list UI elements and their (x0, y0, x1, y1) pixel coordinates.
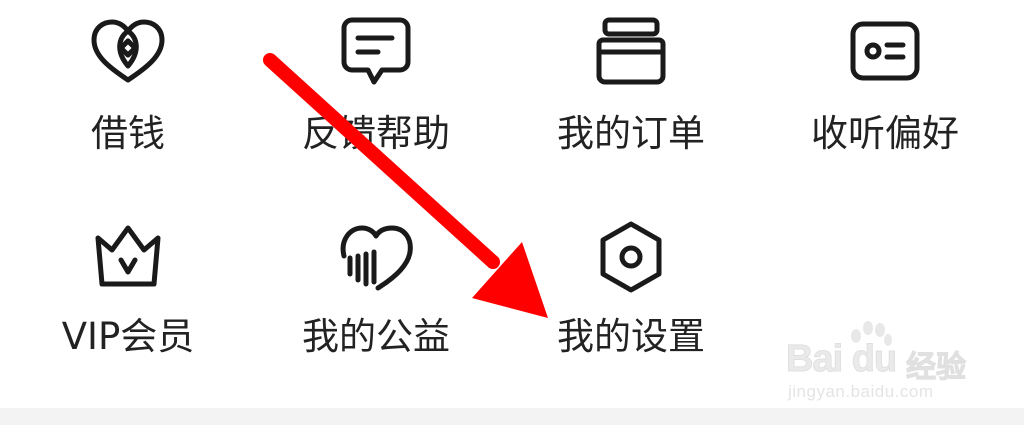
coin-hearts-icon (88, 12, 168, 92)
menu-item-feedback-help[interactable]: 反馈帮助 (248, 0, 504, 170)
paw-icon (851, 321, 892, 346)
menu-item-label: 我的设置 (557, 315, 705, 358)
menu-item-label: 借钱 (91, 112, 165, 155)
menu-item-my-orders[interactable]: 我的订单 (503, 0, 759, 170)
baidu-watermark: Bai du 经验 jingyan.baidu.com (785, 318, 996, 406)
order-box-icon (591, 12, 671, 92)
settings-hexagon-icon (591, 218, 671, 298)
watermark-brand: 经验 (906, 350, 967, 386)
menu-item-label: 我的订单 (557, 112, 705, 155)
menu-item-label: VIP会员 (61, 315, 195, 358)
menu-item-label: 反馈帮助 (302, 112, 450, 155)
menu-item-borrow-money[interactable]: 借钱 (0, 0, 256, 170)
watermark-url: jingyan.baidu.com (788, 382, 934, 401)
menu-item-label: 我的公益 (302, 315, 450, 358)
chat-bubble-icon (336, 12, 416, 92)
menu-item-label: 收听偏好 (811, 112, 959, 155)
menu-item-my-settings[interactable]: 我的设置 (503, 195, 759, 365)
crown-icon (88, 218, 168, 298)
id-card-icon (845, 12, 925, 92)
menu-item-vip-member[interactable]: VIP会员 (0, 195, 256, 365)
menu-item-listening-preferences[interactable]: 收听偏好 (757, 0, 1013, 170)
bottom-divider (0, 408, 1024, 425)
menu-item-my-charity[interactable]: 我的公益 (248, 195, 504, 365)
charity-heart-icon (336, 218, 416, 298)
